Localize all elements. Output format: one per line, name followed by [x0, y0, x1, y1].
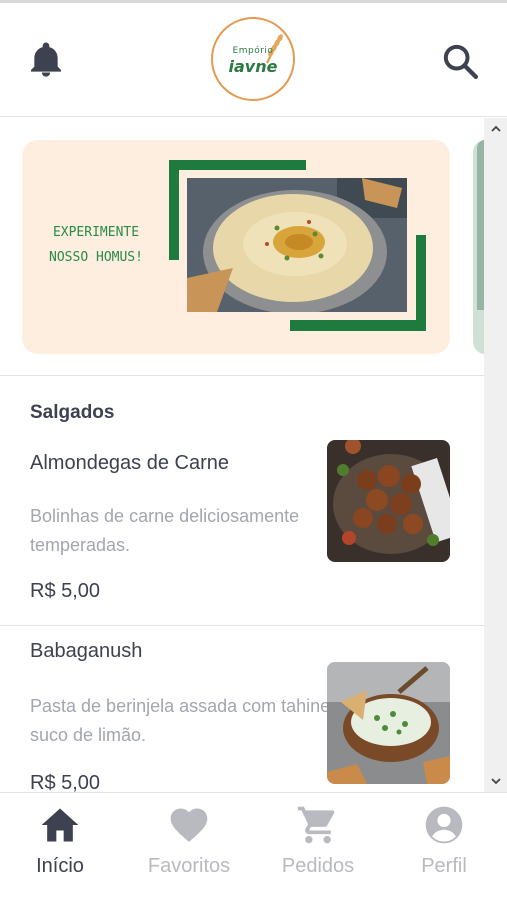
scrollbar[interactable] — [484, 118, 507, 792]
frame-accent — [290, 320, 426, 331]
nav-label: Perfil — [421, 855, 467, 877]
next-promo-image — [477, 140, 484, 310]
promo-line-2: NOSSO HOMUS! — [49, 250, 143, 265]
item-price: R$ 5,00 — [30, 772, 101, 792]
promo-line-1: EXPERIMENTE — [52, 225, 140, 240]
main-content[interactable]: EXPERIMENTE NOSSO HOMUS! Salgados Almond… — [0, 118, 484, 792]
item-description: Bolinhas de carne deliciosamente tempera… — [30, 506, 300, 555]
search-icon[interactable] — [440, 41, 480, 81]
scroll-thumb[interactable] — [488, 142, 503, 222]
cart-icon — [297, 806, 335, 844]
bottom-navigation: Início Favoritos Pedidos Perfil — [0, 792, 507, 900]
heart-icon — [170, 808, 208, 843]
nav-label: Início — [36, 855, 84, 877]
user-icon — [425, 806, 463, 844]
nav-item-pedidos[interactable]: Pedidos — [263, 803, 373, 889]
app-header: Empório iavne — [0, 3, 507, 117]
nav-item-favoritos[interactable]: Favoritos — [134, 803, 244, 889]
item-description: Pasta de berinjela assada com tahine e s… — [30, 696, 346, 745]
nav-item-inicio[interactable]: Início — [5, 803, 115, 889]
nav-item-perfil[interactable]: Perfil — [389, 803, 499, 889]
nav-label: Pedidos — [281, 855, 355, 877]
promo-banner[interactable]: EXPERIMENTE NOSSO HOMUS! — [22, 140, 450, 354]
promo-text: EXPERIMENTE NOSSO HOMUS! — [30, 220, 162, 270]
babaganush-photo[interactable] — [327, 662, 450, 784]
home-icon — [41, 808, 79, 842]
item-price: R$ 5,00 — [30, 580, 101, 602]
brand-logo[interactable]: Empório iavne — [211, 17, 295, 101]
scroll-up-icon[interactable] — [489, 122, 503, 136]
next-promo-banner[interactable]: F — [473, 140, 484, 354]
logo-title: iavne — [228, 57, 278, 76]
item-name: Almondegas de Carne — [30, 452, 230, 474]
item-name: Babaganush — [30, 640, 143, 662]
nav-label: Favoritos — [147, 855, 231, 877]
frame-accent — [169, 160, 179, 260]
promo-carousel[interactable]: EXPERIMENTE NOSSO HOMUS! — [0, 118, 484, 376]
frame-accent — [416, 235, 426, 331]
scroll-down-icon[interactable] — [489, 774, 503, 788]
frame-accent — [169, 160, 306, 170]
hummus-photo — [187, 178, 407, 312]
section-title: Salgados — [30, 402, 115, 423]
menu-item[interactable]: Almondegas de Carne Bolinhas de carne de… — [0, 440, 484, 626]
logo-subtitle: Empório — [232, 46, 274, 56]
bell-icon[interactable] — [26, 39, 66, 81]
meatballs-photo[interactable] — [327, 440, 450, 562]
menu-item[interactable]: Babaganush Pasta de berinjela assada com… — [0, 627, 484, 792]
